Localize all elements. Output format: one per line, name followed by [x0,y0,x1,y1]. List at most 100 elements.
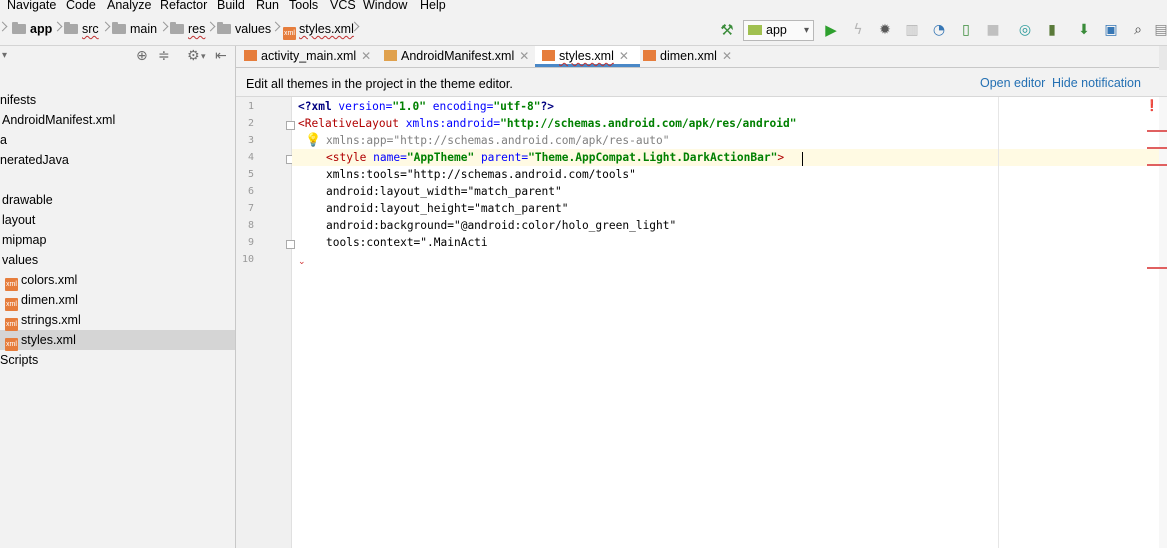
line-number: 2 [247,118,254,129]
stop-icon[interactable]: ■ [985,22,1001,38]
more-toolbar-icon[interactable]: ▤ [1153,22,1167,38]
coverage-icon[interactable]: ▥ [904,22,920,38]
lightbulb-icon[interactable]: 💡 [305,133,321,148]
tree-item-drawable[interactable]: drawable [2,193,53,207]
tree-item-values[interactable]: values [2,253,38,267]
profiler-icon[interactable]: ◔ [931,22,947,38]
apply-changes-icon[interactable]: ϟ [850,22,866,38]
breadcrumb-separator [270,21,281,32]
menu-analyze[interactable]: Analyze [107,0,151,12]
menu-tools[interactable]: Tools [289,0,318,12]
breadcrumb-separator [158,21,169,32]
menu-build[interactable]: Build [217,0,245,12]
tab-androidmanifest-xml[interactable]: AndroidManifest.xml ✕ [384,46,530,66]
text-caret [802,152,803,166]
menu-code[interactable]: Code [66,0,96,12]
debug-bug-icon[interactable]: ✹ [877,22,893,38]
close-icon[interactable]: ✕ [619,49,629,63]
attach-debugger-icon[interactable]: ▯ [958,22,974,38]
breadcrumb-styles-xml[interactable]: xml styles.xml [283,22,354,40]
avd-manager-icon[interactable]: ▮ [1044,22,1060,38]
close-icon[interactable]: ✕ [361,49,371,63]
xml-file-icon [244,50,257,61]
tree-item-generatedjava[interactable]: neratedJava [0,153,69,167]
open-editor-link[interactable]: Open editor [980,76,1045,90]
tree-item-layout[interactable]: layout [2,213,35,227]
xml-file-icon: xml [283,27,296,40]
close-icon[interactable]: ✕ [519,49,529,63]
search-icon[interactable]: ⌕ [1130,22,1146,38]
error-marker[interactable] [1147,130,1167,132]
folder-icon [64,22,78,34]
breadcrumb-res[interactable]: res [170,22,205,36]
error-marker[interactable] [1147,267,1167,269]
navigation-bar: app src main res values xml styles.xml ⚒ … [0,14,1167,46]
xml-file-icon [643,50,656,61]
folder-icon [170,22,184,34]
tab-dimen-xml[interactable]: dimen.xml ✕ [643,46,733,66]
sdk-manager-icon[interactable]: ⬇ [1076,22,1092,38]
menu-refactor[interactable]: Refactor [160,0,207,12]
collapse-all-icon[interactable]: ≑ [158,48,170,64]
tree-item-strings-xml[interactable]: xml strings.xml [5,313,81,331]
breadcrumb-values[interactable]: values [217,22,271,36]
code-line-5: xmlns:tools="http://schemas.android.com/… [326,168,636,181]
tree-item-manifests[interactable]: nifests [0,93,36,107]
tree-item-colors-xml[interactable]: xml colors.xml [5,273,77,291]
menu-run[interactable]: Run [256,0,279,12]
tree-item-styles-xml[interactable]: xml styles.xml [5,333,76,351]
theme-editor-notification: Edit all themes in the project in the th… [236,70,1167,97]
tree-item-java[interactable]: a [0,133,7,147]
code-line-6: android:layout_width="match_parent" [326,185,562,198]
chevron-down-icon[interactable]: ▾ [2,50,7,61]
breadcrumb-app[interactable]: app [12,22,52,36]
fold-marker-icon[interactable] [286,240,295,249]
menu-vcs[interactable]: VCS [330,0,356,12]
project-structure-icon[interactable]: ▣ [1103,22,1119,38]
menu-window[interactable]: Window [363,0,407,12]
close-icon[interactable]: ✕ [722,49,732,63]
line-number: 5 [247,169,254,180]
hide-panel-icon[interactable]: ⇤ [215,48,227,64]
error-indicator-icon[interactable]: ❗ [1145,99,1159,112]
code-line-4: <style name="AppTheme" parent="Theme.App… [326,151,785,164]
breadcrumb-separator [205,21,216,32]
gear-icon[interactable]: ⚙ [187,48,200,64]
folder-icon [12,22,26,34]
error-marker[interactable] [1147,147,1167,149]
run-icon[interactable]: ▶ [823,22,839,38]
chevron-down-icon: ▾ [803,25,809,36]
tab-activity-main-xml[interactable]: activity_main.xml ✕ [244,46,371,66]
hide-notification-link[interactable]: Hide notification [1052,76,1141,90]
tree-item-gradle-scripts[interactable]: Scripts [0,353,38,367]
make-project-hammer-icon[interactable]: ⚒ [719,22,735,38]
xml-file-icon: xml [5,318,18,331]
code-editor[interactable]: 1 2 3 4 5 6 7 8 9 10 💡 <?xml version="1.… [236,97,1159,548]
code-line-1: <?xml version="1.0" encoding="utf-8"?> [298,100,554,113]
error-squiggle-icon: ⌄ [298,257,306,267]
menu-help[interactable]: Help [420,0,446,12]
code-line-7: android:layout_height="match_parent" [326,202,569,215]
error-marker[interactable] [1147,164,1167,166]
breadcrumb-separator [0,21,8,32]
tab-styles-xml[interactable]: styles.xml ✕ [535,46,640,67]
code-line-8: android:background="@android:color/holo_… [326,219,677,232]
tree-item-androidmanifest[interactable]: AndroidManifest.xml [2,113,115,127]
notification-message: Edit all themes in the project in the th… [246,77,513,91]
breadcrumb-main[interactable]: main [112,22,157,36]
xml-file-icon: xml [5,298,18,311]
line-number: 10 [241,254,254,265]
sync-gradle-icon[interactable]: ◎ [1017,22,1033,38]
locate-target-icon[interactable]: ⊕ [136,48,148,64]
run-configuration-dropdown[interactable]: app ▾ [743,20,814,41]
tree-item-dimen-xml[interactable]: xml dimen.xml [5,293,78,311]
xml-file-icon: xml [5,338,18,351]
manifest-file-icon [384,50,397,61]
gear-dropdown-icon[interactable]: ▾ [201,52,206,62]
tree-item-mipmap[interactable]: mipmap [2,233,46,247]
right-margin-guide [998,97,999,548]
breadcrumb-src[interactable]: src [64,22,99,36]
menu-navigate[interactable]: Navigate [7,0,56,12]
fold-marker-icon[interactable] [286,121,295,130]
code-line-9: tools:context=".MainActi [326,236,488,249]
